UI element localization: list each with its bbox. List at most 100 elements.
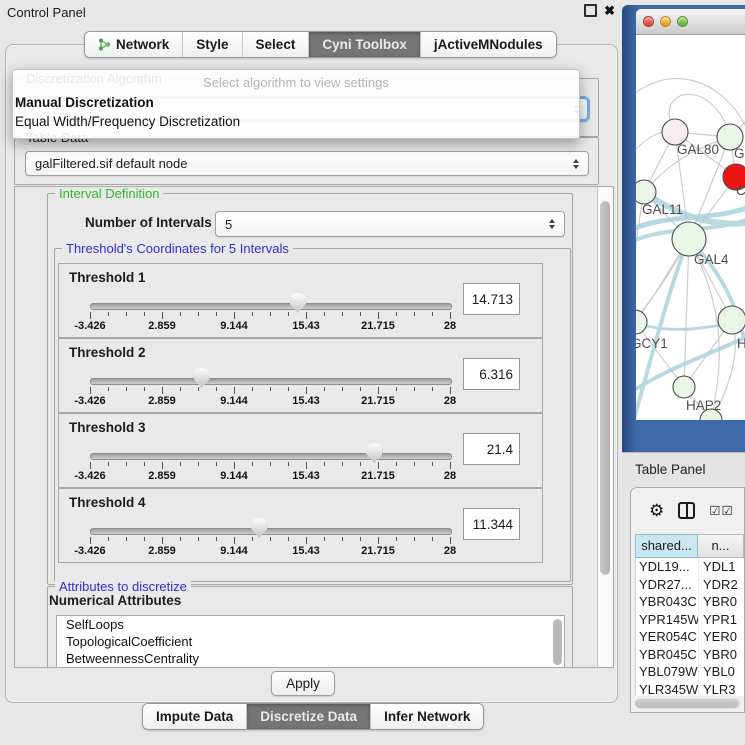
node-label-g: G xyxy=(734,146,745,161)
table-row[interactable]: YBR043CYBR0 xyxy=(636,593,744,611)
slider-tick xyxy=(414,312,415,316)
slider-tick xyxy=(450,462,451,469)
tab-style[interactable]: Style xyxy=(183,32,242,57)
zoom-traffic-light-icon[interactable] xyxy=(677,16,688,27)
cell-name: YDR2 xyxy=(699,576,744,594)
table-row[interactable]: YBR045CYBR0 xyxy=(636,646,744,664)
table-row[interactable]: YER054CYER0 xyxy=(636,628,744,646)
tab-impute-data[interactable]: Impute Data xyxy=(143,704,247,729)
slider-tick-label: 21.715 xyxy=(361,470,395,482)
slider-tick-label: 21.715 xyxy=(361,395,395,407)
slider-tick xyxy=(252,387,253,391)
slider-tick xyxy=(342,312,343,316)
cell-name: YBR0 xyxy=(699,593,744,611)
table-hscrollbar[interactable] xyxy=(635,698,741,709)
network-icon xyxy=(98,38,111,51)
tab-select[interactable]: Select xyxy=(243,32,310,57)
slider-track[interactable] xyxy=(90,378,452,385)
cell-name: YBR0 xyxy=(699,646,744,664)
threshold-value-field[interactable]: 11.344 xyxy=(463,508,520,540)
slider-tick xyxy=(162,312,163,319)
slider-tick xyxy=(144,462,145,466)
node-label-gal80: GAL80 xyxy=(677,142,719,157)
slider-tick xyxy=(162,387,163,394)
slider-tick-label: 21.715 xyxy=(361,545,395,557)
apply-button[interactable]: Apply xyxy=(271,671,335,696)
popup-option-equal-width-frequency-discretization[interactable]: Equal Width/Frequency Discretization xyxy=(15,112,577,131)
slider-thumb[interactable] xyxy=(290,293,306,313)
minimize-traffic-light-icon[interactable] xyxy=(660,16,671,27)
cell-shared-name: YBR045C xyxy=(636,646,699,664)
table-data-combo[interactable]: galFiltered.sif default node xyxy=(25,151,589,176)
slider-track[interactable] xyxy=(90,528,452,535)
table-row[interactable]: YDR27...YDR2 xyxy=(636,576,744,594)
network-canvas[interactable]: GAL80GCGAL11GAL4GCY1HHAP2 xyxy=(636,35,745,420)
tab-jactivemnodules[interactable]: jActiveMNodules xyxy=(421,32,556,57)
network-window-titlebar[interactable] xyxy=(636,9,745,35)
tab-network[interactable]: Network xyxy=(85,32,183,57)
tab-label: Impute Data xyxy=(156,709,233,724)
slider-tick xyxy=(234,312,235,319)
column-header[interactable]: n... xyxy=(698,534,744,558)
settings-scrollbar[interactable] xyxy=(597,187,613,667)
checkbox-icons[interactable]: ☑☑ xyxy=(709,503,733,518)
table-row[interactable]: YBL079WYBL0 xyxy=(636,663,744,681)
slider-thumb[interactable] xyxy=(194,368,210,388)
slider-track[interactable] xyxy=(90,453,452,460)
table-row[interactable]: YDL19...YDL1 xyxy=(636,558,744,576)
tab-cyni-toolbox[interactable]: Cyni Toolbox xyxy=(309,32,421,57)
tab-label: Style xyxy=(196,37,228,52)
slider-tick xyxy=(198,387,199,391)
slider-tick xyxy=(90,387,91,394)
slider-tick xyxy=(180,387,181,391)
slider-tick-label: 2.859 xyxy=(148,470,176,482)
attribute-item-topologicalcoefficient[interactable]: TopologicalCoefficient xyxy=(57,633,564,650)
list-scrollbar-thumb[interactable] xyxy=(553,619,562,665)
gear-icon[interactable]: ⚙ xyxy=(649,502,664,519)
cell-shared-name: YDL19... xyxy=(636,558,699,576)
slider-tick-label: 9.144 xyxy=(220,395,248,407)
slider-tick xyxy=(126,462,127,466)
numerical-attributes-heading: Numerical Attributes xyxy=(49,593,181,608)
attribute-item-betweennesscentrality[interactable]: BetweennessCentrality xyxy=(57,650,564,667)
slider-tick xyxy=(414,462,415,466)
close-traffic-light-icon[interactable] xyxy=(643,16,654,27)
slider-tick xyxy=(378,387,379,394)
top-tab-bar: Network Style SelectCyni Toolbox jActiveMNo… xyxy=(84,31,557,58)
hscrollbar-thumb[interactable] xyxy=(635,699,739,708)
network-node-h[interactable] xyxy=(718,306,745,334)
slider-tick xyxy=(306,462,307,469)
slider-tick xyxy=(144,537,145,541)
tab-label: jActiveMNodules xyxy=(434,37,543,52)
tab-label: Discretize Data xyxy=(260,709,357,724)
popup-option-manual-discretization[interactable]: Manual Discretization xyxy=(15,93,577,112)
tab-discretize-data[interactable]: Discretize Data xyxy=(247,704,371,729)
slider-thumb[interactable] xyxy=(251,518,267,538)
node-table: shared...n... YDL19...YDL1YDR27...YDR2YB… xyxy=(635,534,744,696)
close-icon[interactable]: ✖ xyxy=(604,4,615,17)
network-node-gal4[interactable] xyxy=(672,222,706,256)
tab-infer-network[interactable]: Infer Network xyxy=(371,704,483,729)
column-header[interactable]: shared... xyxy=(635,534,698,558)
slider-track[interactable] xyxy=(90,303,452,310)
columns-icon[interactable] xyxy=(678,502,695,519)
table-row[interactable]: YLR345WYLR3 xyxy=(636,681,744,697)
node-label-gal4: GAL4 xyxy=(694,252,729,267)
slider-thumb[interactable] xyxy=(366,443,382,463)
float-window-icon[interactable] xyxy=(584,4,597,17)
slider-tick xyxy=(270,387,271,391)
slider-tick xyxy=(270,312,271,316)
cell-shared-name: YBL079W xyxy=(636,663,699,681)
network-node-gcy1[interactable] xyxy=(636,310,647,334)
slider-tick-label: -3.426 xyxy=(74,545,105,557)
table-row[interactable]: YPR145WYPR1 xyxy=(636,611,744,629)
threshold-value-field[interactable]: 21.4 xyxy=(463,433,520,465)
numerical-attributes-list[interactable]: SelfLoopsTopologicalCoefficientBetweenne… xyxy=(56,615,565,668)
attribute-item-selfloops[interactable]: SelfLoops xyxy=(57,616,564,633)
number-of-intervals-combo[interactable]: 5 xyxy=(215,211,565,237)
threshold-value-field[interactable]: 14.713 xyxy=(463,283,520,315)
network-node-gal11[interactable] xyxy=(636,180,656,204)
network-node-hap2[interactable] xyxy=(673,376,695,398)
threshold-value-field[interactable]: 6.316 xyxy=(463,358,520,390)
scrollbar-thumb[interactable] xyxy=(600,201,610,575)
